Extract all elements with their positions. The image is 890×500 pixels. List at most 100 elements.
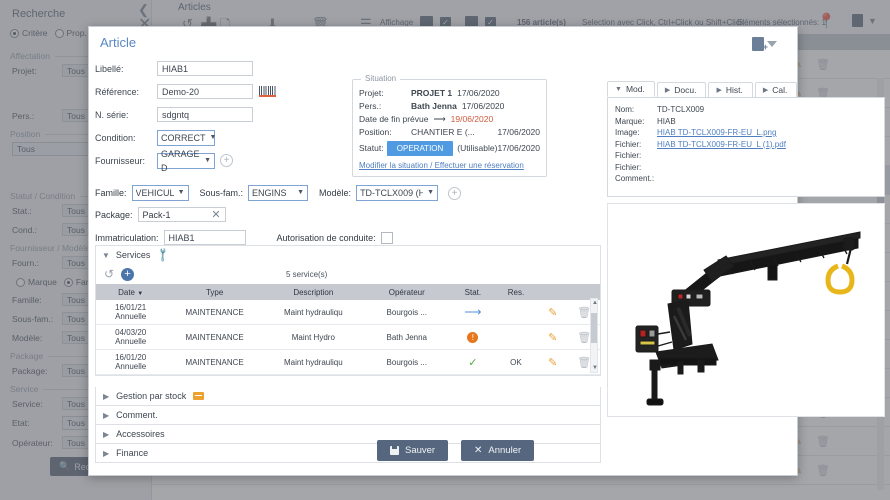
situation-statut-label: Statut:: [359, 142, 387, 155]
edit-icon[interactable]: ✎: [548, 357, 557, 369]
modele-label: Modèle:: [319, 188, 351, 198]
add-fournisseur-button[interactable]: +: [220, 154, 233, 167]
refresh-icon[interactable]: ↺: [104, 267, 114, 281]
chevron-down-icon: ▼: [427, 186, 434, 200]
package-field[interactable]: Pack-1 ✕: [138, 207, 226, 222]
service-edit[interactable]: ✎: [537, 325, 568, 350]
accordion-gestion-stock[interactable]: ▶ Gestion par stock: [95, 387, 601, 406]
tab-mod[interactable]: ▼ Mod.: [607, 81, 655, 97]
service-res: [495, 300, 537, 325]
sousfam-label: Sous-fam.:: [200, 188, 244, 198]
save-button[interactable]: Sauver: [377, 440, 448, 461]
fournisseur-value: GARAGE D: [161, 147, 200, 175]
check-icon: ✓: [468, 357, 477, 369]
condition-select[interactable]: CORRECT ▼: [157, 130, 215, 146]
model-comment-label: Comment.:: [615, 173, 657, 185]
app-root: Recherche Critère Prop. Tous Affectation…: [0, 0, 890, 500]
service-description: Maint Hydro: [264, 325, 363, 350]
condition-label: Condition:: [95, 133, 157, 143]
close-icon: ✕: [474, 445, 482, 456]
services-header-row: Date ▼ Type Description Opérateur Stat. …: [96, 284, 600, 300]
service-res: [495, 325, 537, 350]
row-package: Package: Pack-1 ✕: [95, 207, 226, 222]
col-stat[interactable]: Stat.: [451, 284, 495, 300]
add-service-button[interactable]: +: [121, 268, 134, 281]
row-serie: N. série: sdgntq: [89, 103, 344, 126]
row-fournisseur: Fournisseur: GARAGE D ▼ +: [89, 149, 344, 172]
situation-statut-date: 17/06/2020: [497, 142, 540, 155]
immatriculation-input[interactable]: HIAB1: [164, 230, 246, 245]
edit-icon[interactable]: ✎: [548, 332, 557, 344]
service-operateur: Bath Jenna: [363, 325, 451, 350]
col-date[interactable]: Date ▼: [96, 284, 165, 300]
model-nom-label: Nom:: [615, 104, 657, 116]
chevron-right-icon: ▶: [716, 86, 721, 94]
situation-position-row: Position: CHANTIER E (... 17/06/2020: [359, 126, 540, 139]
save-button-label: Sauver: [405, 445, 435, 456]
dialog-export-control[interactable]: [752, 37, 777, 51]
autorisation-checkbox[interactable]: [381, 232, 393, 244]
service-type: MAINTENANCE: [165, 350, 264, 375]
services-toolbar: ↺ + 5 service(s): [96, 264, 600, 284]
tab-docu[interactable]: ▶ Docu.: [657, 82, 707, 97]
model-fichier1-link[interactable]: HIAB TD-TCLX009-FR-EU_L (1).pdf: [657, 139, 786, 151]
fournisseur-select[interactable]: GARAGE D ▼: [157, 153, 215, 169]
model-image-link[interactable]: HIAB TD-TCLX009-FR-EU_L.png: [657, 127, 776, 139]
chevron-down-icon[interactable]: ▼: [102, 251, 110, 260]
situation-pers-row: Pers.: Bath Jenna 17/06/2020: [359, 100, 540, 113]
clear-package-icon[interactable]: ✕: [211, 208, 220, 221]
sousfam-value: ENGINS: [252, 186, 293, 200]
service-edit[interactable]: ✎: [537, 350, 568, 375]
service-row[interactable]: 16/01/21 Annuelle MAINTENANCE Maint hydr…: [96, 300, 600, 325]
model-image-row: Image: HIAB TD-TCLX009-FR-EU_L.png: [615, 127, 877, 139]
row-famille: Famille: VEHICULES ▼ Sous-fam.: ENGINS ▼…: [95, 185, 461, 201]
serie-input[interactable]: sdgntq: [157, 107, 253, 122]
sousfam-select[interactable]: ENGINS ▼: [248, 185, 308, 201]
service-operateur: Bourgois ...: [363, 350, 451, 375]
service-row[interactable]: 16/01/20 Annuelle MAINTENANCE Maint hydr…: [96, 350, 600, 375]
col-operateur[interactable]: Opérateur: [363, 284, 451, 300]
services-label: Services: [116, 250, 151, 260]
reference-input[interactable]: Demo-20: [157, 84, 253, 99]
situation-projet-label: Projet:: [359, 87, 411, 100]
chevron-down-icon: ▼: [297, 186, 304, 200]
tab-hist[interactable]: ▶ Hist.: [708, 82, 752, 97]
row-reference: Référence: Demo-20: [89, 80, 344, 103]
libelle-input[interactable]: HIAB1: [157, 61, 253, 76]
model-fichier1-label: Fichier:: [615, 139, 657, 151]
situation-legend: Situation: [361, 74, 400, 83]
arrow-right-icon: ⟶: [433, 113, 445, 126]
tab-hist-label: Hist.: [726, 85, 743, 95]
model-marque-value: HIAB: [657, 116, 676, 128]
col-description[interactable]: Description: [264, 284, 363, 300]
modele-select[interactable]: TD-TCLX009 (HI/ ▼: [356, 185, 438, 201]
scroll-up-icon[interactable]: ▲: [592, 300, 598, 306]
situation-position-label: Position:: [359, 126, 411, 139]
chevron-down-icon[interactable]: [767, 41, 777, 47]
barcode-icon[interactable]: [259, 86, 276, 97]
chevron-right-icon: ▶: [665, 86, 670, 94]
add-modele-button[interactable]: +: [448, 187, 461, 200]
tab-mod-label: Mod.: [626, 84, 645, 94]
famille-select[interactable]: VEHICULES ▼: [132, 185, 189, 201]
col-type[interactable]: Type: [165, 284, 264, 300]
situation-projet-value: PROJET 1: [411, 87, 452, 100]
cancel-button[interactable]: ✕ Annuler: [461, 440, 534, 461]
tab-cal[interactable]: ▶ Cal.: [755, 82, 798, 97]
stock-icon: [193, 392, 204, 400]
service-edit[interactable]: ✎: [537, 300, 568, 325]
package-value: Pack-1: [143, 210, 171, 220]
chevron-right-icon: ▶: [103, 430, 109, 439]
chevron-down-icon: ▼: [178, 186, 185, 200]
services-scrollbar[interactable]: ▲ ▼: [590, 298, 598, 373]
export-icon[interactable]: [752, 37, 764, 51]
scroll-down-icon[interactable]: ▼: [592, 365, 598, 371]
screwdriver-icon: 🔧: [154, 247, 171, 264]
col-res[interactable]: Res.: [495, 284, 537, 300]
service-row[interactable]: 04/03/20 Annuelle MAINTENANCE Maint Hydr…: [96, 325, 600, 350]
edit-icon[interactable]: ✎: [548, 307, 557, 319]
services-header[interactable]: ▼ Services 🔧: [96, 246, 600, 264]
scrollbar-thumb[interactable]: [591, 313, 597, 343]
modify-situation-link[interactable]: Modifier la situation / Effectuer une ré…: [359, 161, 540, 170]
accordion-comment[interactable]: ▶ Comment.: [95, 406, 601, 425]
